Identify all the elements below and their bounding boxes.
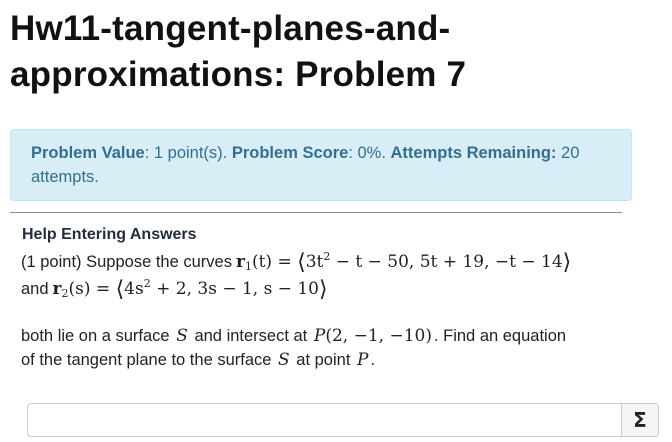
problem-page: Hw11-tangent-planes-and-approximations: … [0,0,672,442]
attempts-remaining-label: Attempts Remaining: [390,144,557,162]
problem-intersect-text: and intersect at [194,327,308,345]
problem-score-text: : 0%. [348,144,391,162]
point-symbol: P [357,350,369,370]
sigma-icon: Σ [633,408,647,432]
page-title: Hw11-tangent-planes-and-approximations: … [10,9,467,94]
problem-value-label: Problem Value [31,144,145,162]
equation-editor-button[interactable]: Σ [621,403,659,437]
surface-symbol-2: S [278,350,290,370]
problem-points-text: (1 point) Suppose the curves [21,252,232,271]
answer-input[interactable] [27,403,621,437]
help-entering-answers-link[interactable]: Help Entering Answers [22,224,197,246]
problem-status-alert: Problem Value: 1 point(s). Problem Score… [10,129,632,201]
problem-value-text: : 1 point(s). [144,144,232,162]
problem-end-text: . [370,351,376,369]
problem-and-text: and [21,279,49,298]
problem-text: (1 point) Suppose the curves r1(t) = ⟨3t… [21,248,621,372]
point-p-formula: P(2, −1, −10) [313,326,432,346]
problem-score-label: Problem Score [231,144,349,162]
divider [10,212,622,213]
problem-of-text: of the tangent plane to the surface [21,351,272,369]
problem-at-text: at point [296,351,351,369]
curve-r2-formula: r2(s) = ⟨4s2 + 2, 3s − 1, s − 10⟩ [52,276,328,302]
problem-paragraph-2: both lie on a surface S and intersect at… [21,324,621,372]
answer-row: Σ [27,403,659,437]
problem-both-text: both lie on a surface [21,327,170,345]
problem-find-text: . Find an equation [433,327,567,345]
problem-line-2: and r2(s) = ⟨4s2 + 2, 3s − 1, s − 10⟩ [21,275,621,302]
surface-symbol: S [176,326,188,346]
